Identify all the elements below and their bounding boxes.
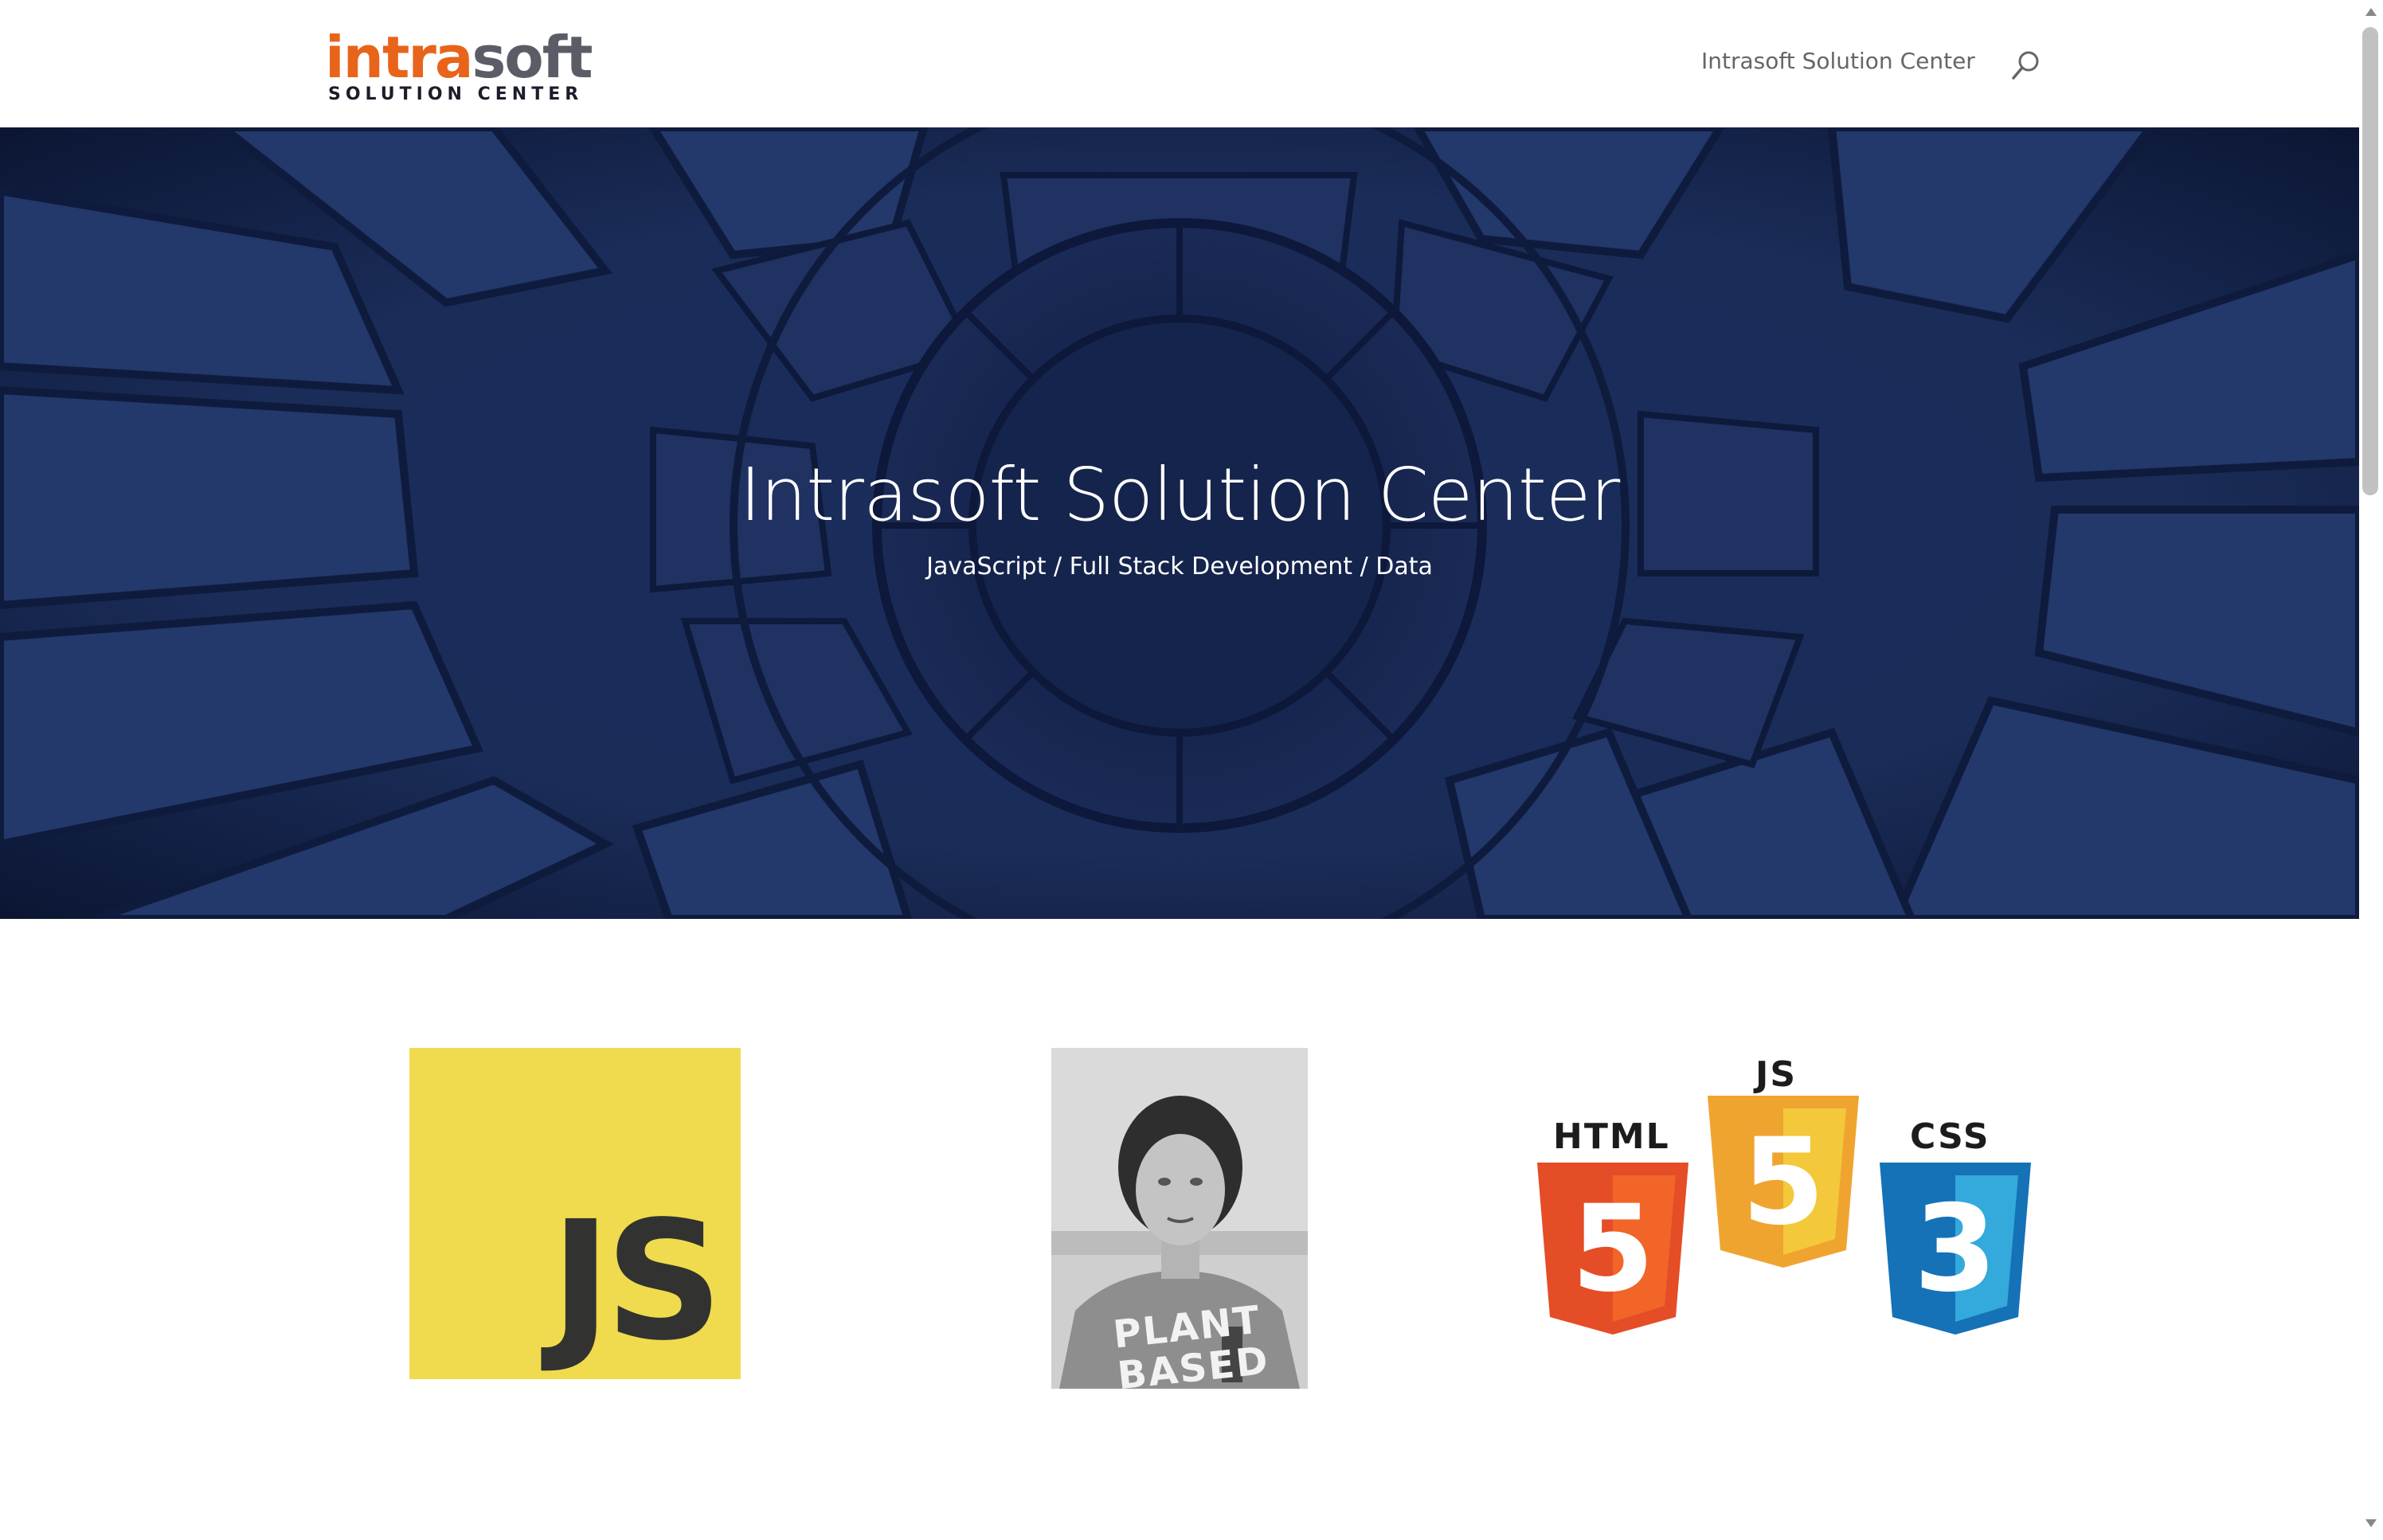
logo-wordmark-gray: soft xyxy=(472,24,593,91)
html5-digit: 5 xyxy=(1571,1180,1654,1319)
js-shield-icon: 5 xyxy=(1708,1096,1859,1268)
html5-shield-icon: 5 xyxy=(1537,1163,1688,1335)
hero-title: Intrasoft Solution Center xyxy=(739,452,1621,537)
css3-shield-icon: 3 xyxy=(1880,1163,2031,1335)
intrasoft-logo[interactable]: intrasoft SOLUTION CENTER xyxy=(325,24,593,104)
hero-banner: Intrasoft Solution Center JavaScript / F… xyxy=(0,127,2359,919)
logo-wordmark: intrasoft xyxy=(325,24,593,91)
logo-subtitle: SOLUTION CENTER xyxy=(328,84,584,104)
portrait-photo: PLANT BASED xyxy=(1051,1048,1308,1389)
hero-subtitle: JavaScript / Full Stack Development / Da… xyxy=(926,553,1433,580)
web-technologies-logos: HTML JS CSS 5 5 3 xyxy=(1537,1048,2031,1335)
scroll-up-arrow-icon[interactable] xyxy=(2365,8,2377,16)
site-header: intrasoft SOLUTION CENTER Intrasoft Solu… xyxy=(0,0,2359,127)
nav-link-solution-center[interactable]: Intrasoft Solution Center xyxy=(1701,48,1975,74)
js-shield-digit: 5 xyxy=(1742,1113,1825,1252)
css3-digit: 3 xyxy=(1914,1180,1997,1319)
css-label: CSS xyxy=(1910,1116,1990,1157)
search-icon[interactable] xyxy=(2010,49,2042,81)
javascript-logo-image: JS xyxy=(409,1048,741,1379)
javascript-logo-text: JS xyxy=(550,1186,723,1377)
js-label: JS xyxy=(1755,1054,1798,1095)
html-label: HTML xyxy=(1553,1116,1670,1157)
scroll-down-arrow-icon[interactable] xyxy=(2365,1519,2377,1527)
scrollbar-thumb[interactable] xyxy=(2362,27,2378,495)
logo-wordmark-orange: intra xyxy=(325,24,473,91)
